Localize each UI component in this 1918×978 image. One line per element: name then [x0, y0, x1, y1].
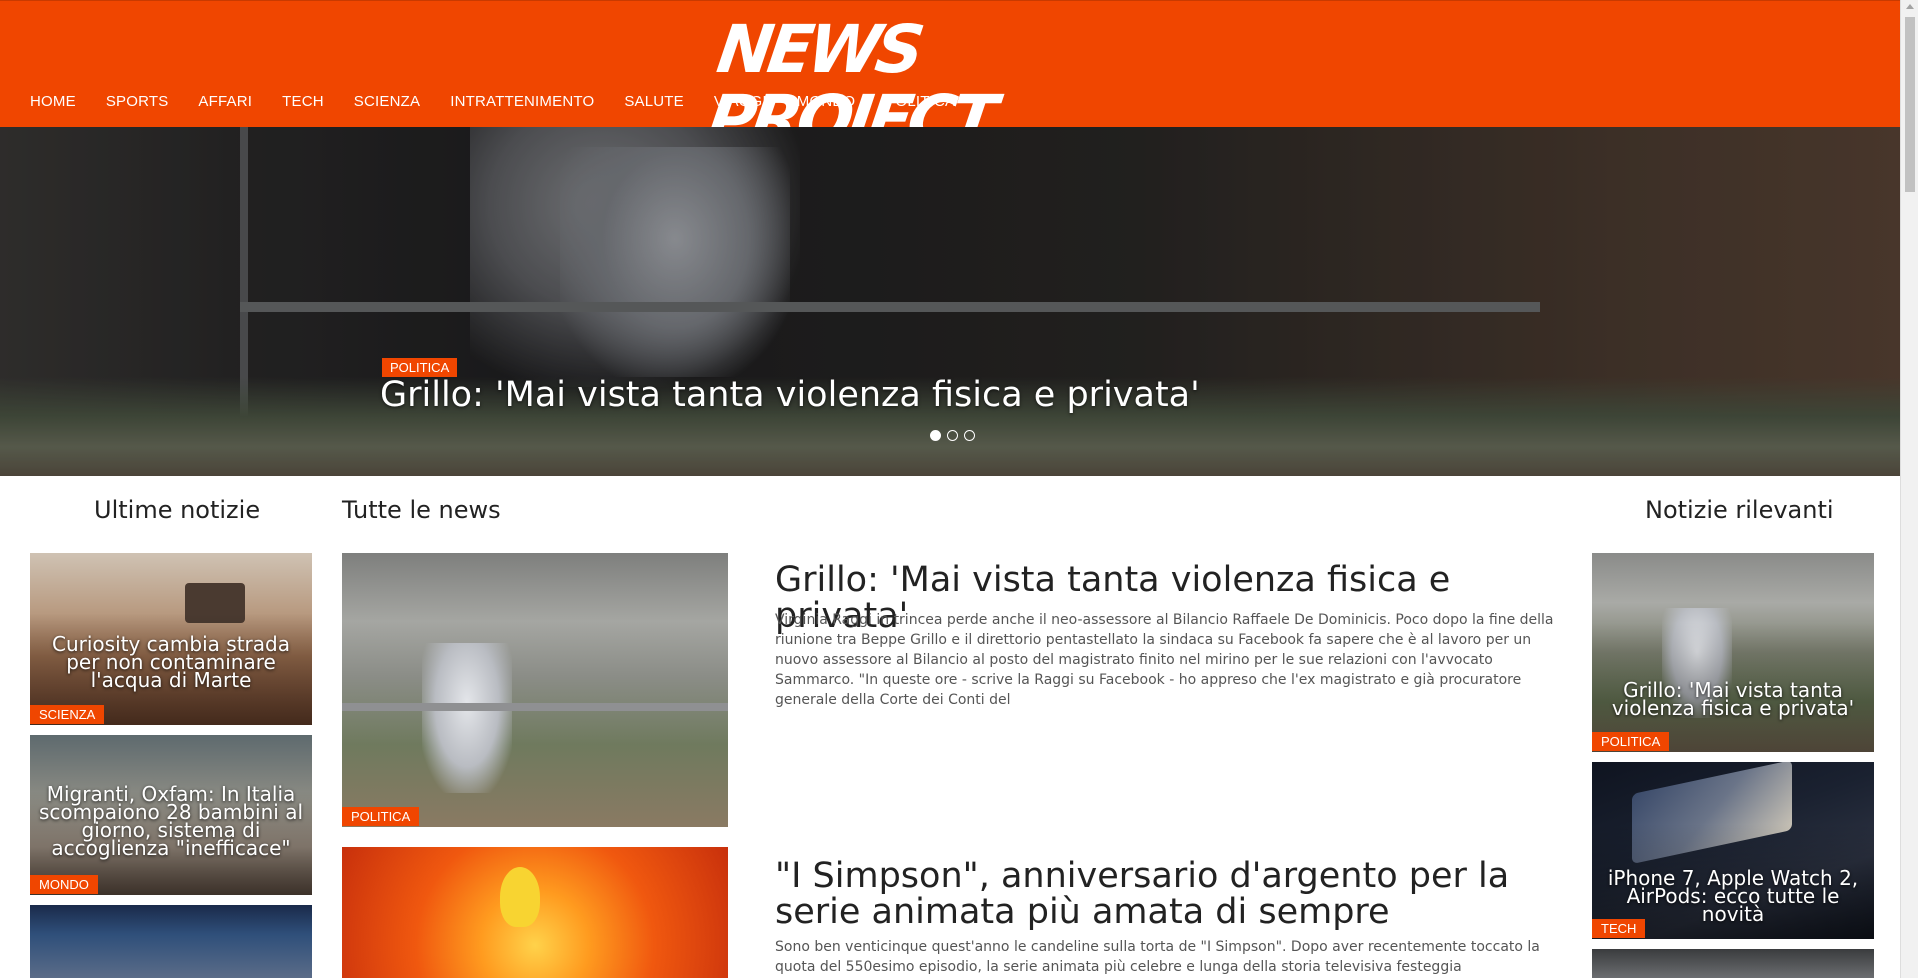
nav-salute[interactable]: SALUTE	[624, 93, 684, 110]
latest-card[interactable]: Curiosity cambia strada per non contamin…	[30, 553, 312, 725]
card-caption: Migranti, Oxfam: In Italia scompaiono 28…	[38, 782, 304, 860]
nav-sports[interactable]: SPORTS	[106, 93, 169, 110]
person-shape	[422, 643, 512, 793]
nav-politica[interactable]: POLITICA	[885, 93, 955, 110]
slider-dot-3[interactable]	[964, 430, 975, 441]
hero-title[interactable]: Grillo: 'Mai vista tanta violenza fisica…	[380, 375, 1200, 415]
card-caption: Curiosity cambia strada per non contamin…	[52, 632, 290, 692]
card-tag[interactable]: POLITICA	[342, 807, 420, 826]
card-tag[interactable]: POLITICA	[1592, 732, 1670, 751]
hero-slider[interactable]: POLITICA Grillo: 'Mai vista tanta violen…	[0, 127, 1900, 476]
article-excerpt: Virginia Raggi in trincea perde anche il…	[775, 612, 1554, 708]
hero-overlay	[0, 127, 1900, 476]
relevant-card[interactable]	[1592, 949, 1874, 978]
card-shade	[1592, 553, 1874, 752]
nav-tech[interactable]: TECH	[282, 93, 324, 110]
slider-dots	[930, 430, 975, 441]
nav-viaggi[interactable]: VIAGGI	[714, 93, 767, 110]
news-thumbnail[interactable]: POLITICA	[342, 553, 728, 827]
slider-dot-1[interactable]	[930, 430, 941, 441]
site-logo[interactable]: NEWS PROJECT	[703, 11, 1213, 158]
nav-home[interactable]: HOME	[30, 93, 76, 110]
scroll-up-arrow-icon[interactable]	[1906, 4, 1914, 9]
grillo-image	[342, 553, 728, 827]
site-header: NEWS PROJECT HOME SPORTS AFFARI TECH SCI…	[0, 0, 1900, 158]
nav-scienza[interactable]: SCIENZA	[354, 93, 420, 110]
stadium-image	[30, 905, 312, 978]
card-image	[1592, 949, 1874, 978]
news-thumbnail[interactable]	[342, 847, 728, 978]
card-tag[interactable]: SCIENZA	[30, 705, 105, 724]
section-title-latest: Ultime notizie	[94, 496, 261, 524]
simpsons-character-shape	[500, 867, 540, 927]
slider-dot-2[interactable]	[947, 430, 958, 441]
card-tag[interactable]: MONDO	[30, 875, 98, 894]
latest-card[interactable]: Migranti, Oxfam: In Italia scompaiono 28…	[30, 735, 312, 895]
latest-card[interactable]	[30, 905, 312, 978]
nav-mondo[interactable]: MONDO	[797, 93, 856, 110]
vertical-scrollbar[interactable]	[1900, 0, 1918, 978]
rail-shape	[342, 703, 728, 711]
article-title[interactable]: "I Simpson", anniversario d'argento per …	[775, 858, 1555, 930]
scrollbar-thumb[interactable]	[1905, 17, 1915, 192]
relevant-card[interactable]: Grillo: 'Mai vista tanta violenza fisica…	[1592, 553, 1874, 752]
main-nav: HOME SPORTS AFFARI TECH SCIENZA INTRATTE…	[30, 93, 985, 110]
section-title-relevant: Notizie rilevanti	[1645, 496, 1834, 524]
card-tag[interactable]: TECH	[1592, 919, 1646, 938]
nav-intrattenimento[interactable]: INTRATTENIMENTO	[450, 93, 594, 110]
section-title-all: Tutte le news	[342, 496, 501, 524]
article-excerpt: Sono ben venticinque quest'anno le cande…	[775, 939, 1540, 975]
card-caption: iPhone 7, Apple Watch 2, AirPods: ecco t…	[1607, 866, 1859, 926]
relevant-card[interactable]: iPhone 7, Apple Watch 2, AirPods: ecco t…	[1592, 762, 1874, 939]
card-caption: Grillo: 'Mai vista tanta violenza fisica…	[1611, 678, 1855, 720]
nav-affari[interactable]: AFFARI	[198, 93, 252, 110]
